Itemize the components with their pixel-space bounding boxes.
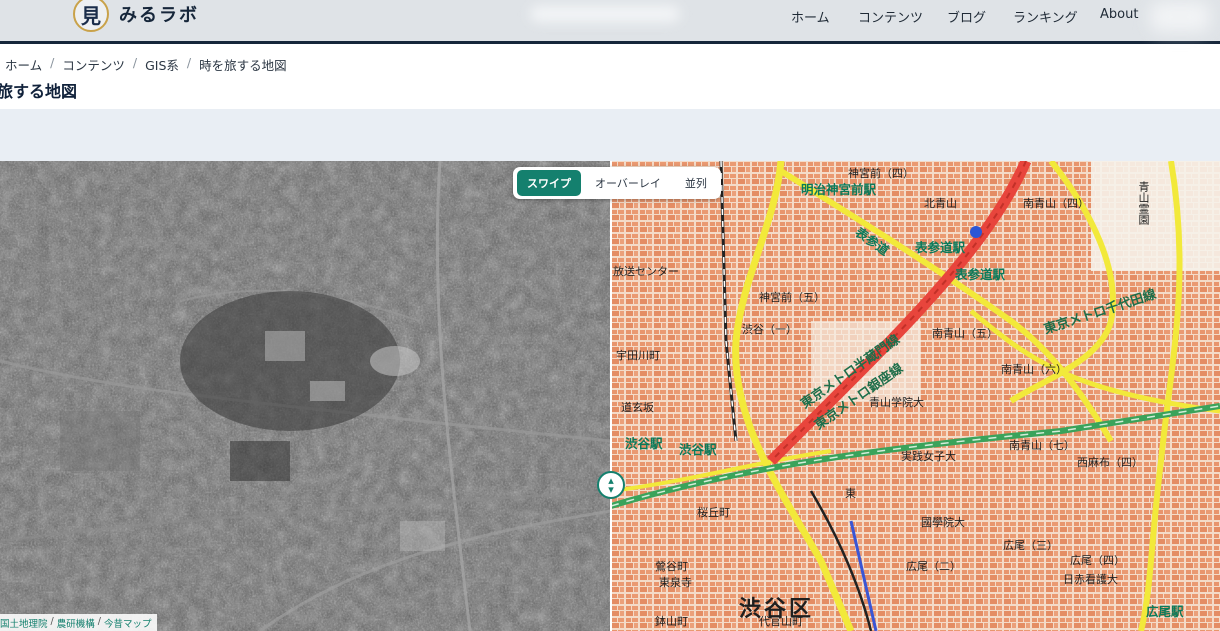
label-hiroo-3: 広尾（三） <box>1003 539 1058 552</box>
label-shibuya-1: 渋谷（一） <box>742 323 797 336</box>
breadcrumb-separator: / <box>132 55 138 70</box>
mode-overlay-button[interactable]: オーバーレイ <box>585 170 671 196</box>
site-header: 見 みるラボ ホーム コンテンツ ブログ ランキング About <box>0 0 1220 44</box>
breadcrumb-separator: / <box>186 55 192 70</box>
label-uguisudani: 鶯谷町 <box>655 560 688 573</box>
label-hiroo-2: 広尾（二） <box>906 560 961 573</box>
label-kokugakuin: 國學院大 <box>921 516 965 529</box>
label-jingumae-5: 神宮前（五） <box>759 291 825 304</box>
main-nav: ホーム コンテンツ ブログ ランキング About <box>0 7 1220 27</box>
aerial-photo-image <box>0 161 611 631</box>
label-hiroo-4: 広尾（四） <box>1070 554 1125 567</box>
nav-contents[interactable]: コンテンツ <box>858 7 923 26</box>
label-minamiaoyama-7: 南青山（七） <box>1009 439 1075 452</box>
mode-swipe-button[interactable]: スワイプ <box>517 170 581 196</box>
label-aoyama-gakuin: 青山学院大 <box>869 396 924 409</box>
mode-side-by-side-button[interactable]: 並列 <box>675 170 717 196</box>
topographic-map-layer[interactable]: 明治神宮前駅 表参道駅 表参道駅 表参道 神宮前（四） 北青山 南青山（四） 神… <box>611 161 1220 631</box>
label-aoyama-cemetery: 青山霊園 <box>1137 181 1150 225</box>
label-toho: 東泉寺 <box>659 576 692 589</box>
compare-mode-switch: スワイプ オーバーレイ 並列 <box>513 167 721 199</box>
aerial-photo-layer[interactable] <box>0 161 611 631</box>
breadcrumb-home[interactable]: ホーム <box>5 55 42 74</box>
label-minamiaoyama-6: 南青山（六） <box>1001 363 1067 376</box>
breadcrumb-contents[interactable]: コンテンツ <box>62 55 125 74</box>
map-attribution: 国土地理院 / 農研機構 / 今昔マップ <box>0 614 158 631</box>
breadcrumb-gis[interactable]: GIS系 <box>145 55 179 74</box>
label-dogenzaka: 道玄坂 <box>621 401 654 414</box>
swipe-divider[interactable] <box>610 161 612 631</box>
attribution-konjaku[interactable]: 今昔マップ <box>104 616 152 631</box>
nav-home[interactable]: ホーム <box>791 7 830 26</box>
label-shibuya-station: 渋谷駅 <box>625 436 663 451</box>
label-omotesando-station-2: 表参道駅 <box>955 267 1006 282</box>
label-jissen: 実践女子大 <box>901 450 956 463</box>
label-minamiaoyama-5: 南青山（五） <box>932 327 998 340</box>
breadcrumb: ホーム / コンテンツ / GIS系 / 時を旅する地図 <box>5 55 287 74</box>
label-hachiyama: 鉢山町 <box>655 615 688 628</box>
swipe-handle[interactable]: ▴ ▾ <box>597 471 625 499</box>
label-meiji-jingumae-station: 明治神宮前駅 <box>801 182 877 197</box>
label-broadcast-center: 放送センター <box>613 265 679 278</box>
label-omotesando-station: 表参道駅 <box>915 240 966 255</box>
nav-blog[interactable]: ブログ <box>947 7 986 26</box>
breadcrumb-separator: / <box>50 55 55 70</box>
page-title: 旅する地図 <box>0 82 78 101</box>
label-sakuragaoka: 桜丘町 <box>697 506 730 519</box>
breadcrumb-current: 時を旅する地図 <box>199 58 287 73</box>
label-kitaaoyama: 北青山 <box>924 197 957 210</box>
label-minamiaoyama-4: 南青山（四） <box>1023 197 1089 210</box>
label-nisseki: 日赤看護大 <box>1063 573 1118 586</box>
control-band <box>0 109 1220 161</box>
label-nishiazabu-4: 西麻布（四） <box>1077 456 1143 469</box>
label-udagawa: 宇田川町 <box>616 349 660 362</box>
nav-ranking[interactable]: ランキング <box>1013 7 1078 26</box>
label-shibuya-station-2: 渋谷駅 <box>679 442 717 457</box>
attribution-gsi[interactable]: 国土地理院 <box>0 616 48 631</box>
nav-about[interactable]: About <box>1100 7 1138 22</box>
label-shibuya-ward: 渋谷区 <box>739 597 815 622</box>
swipe-arrows-icon: ▴ ▾ <box>608 474 614 496</box>
attribution-naro[interactable]: 農研機構 <box>57 616 95 631</box>
label-higashi: 東 <box>845 487 856 500</box>
label-hiroo-station: 広尾駅 <box>1146 604 1184 619</box>
label-jingumae-4: 神宮前（四） <box>848 167 914 180</box>
